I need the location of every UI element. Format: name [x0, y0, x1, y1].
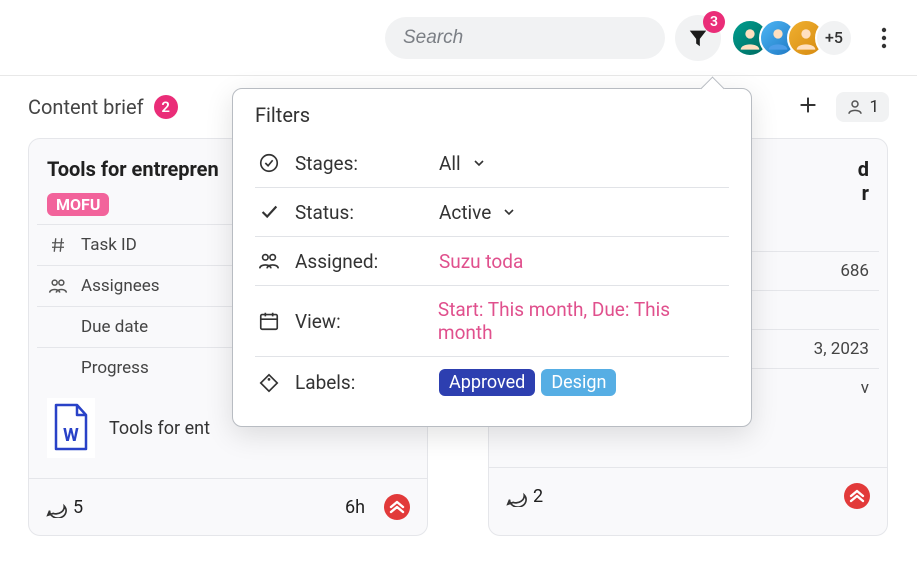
field-label: Assignees — [81, 276, 160, 296]
priority-icon — [383, 493, 411, 521]
field-label: Task ID — [81, 235, 137, 255]
filter-value: All — [439, 152, 487, 175]
users-icon — [47, 275, 69, 297]
member-count-chip[interactable]: 1 — [836, 92, 889, 122]
filter-value: Active — [439, 201, 517, 224]
filter-row-view[interactable]: View: Start: This month, Due: This month — [255, 286, 729, 357]
user-icon — [846, 98, 864, 116]
filter-label: View: — [295, 310, 424, 333]
filter-value: Start: This month, Due: This month — [438, 298, 727, 344]
tag-icon — [257, 371, 281, 395]
svg-text:W: W — [63, 425, 79, 446]
filter-row-assigned[interactable]: Assigned: Suzu toda — [255, 237, 729, 286]
blank-icon — [47, 357, 69, 379]
filter-button[interactable]: 3 — [675, 15, 721, 61]
filter-label: Stages: — [295, 152, 425, 175]
top-bar: 3 +5 — [0, 0, 917, 76]
chevron-down-icon — [501, 204, 517, 220]
section-count-badge: 2 — [154, 95, 178, 119]
filter-value: Suzu toda — [439, 250, 523, 273]
field-label: Progress — [81, 358, 149, 378]
comment-icon — [45, 496, 67, 518]
filter-row-stages[interactable]: Stages: All — [255, 139, 729, 188]
avatar-stack: +5 — [731, 19, 853, 57]
kebab-menu[interactable] — [869, 17, 899, 59]
filters-popover: Filters Stages: All Status: Active Assig… — [232, 88, 752, 427]
field-label: Due date — [81, 317, 148, 337]
check-circle-icon — [257, 151, 281, 175]
blank-icon — [47, 316, 69, 338]
field-value: 686 — [840, 261, 869, 281]
task-card-footer: 5 6h — [29, 478, 427, 535]
filter-label: Assigned: — [295, 250, 425, 273]
field-value: 3, 2023 — [814, 339, 869, 359]
field-value — [865, 300, 869, 320]
section-title: Content brief — [28, 95, 144, 119]
add-button[interactable] — [798, 95, 818, 119]
comment-icon — [505, 485, 527, 507]
priority-icon — [843, 482, 871, 510]
filter-value: Approved Design — [439, 369, 616, 396]
more-vertical-icon — [881, 26, 887, 50]
label-chip-approved[interactable]: Approved — [439, 369, 535, 396]
search-input[interactable] — [385, 17, 665, 59]
task-tag: MOFU — [47, 193, 109, 216]
popover-title: Filters — [255, 103, 729, 127]
word-doc-icon[interactable]: W — [47, 398, 95, 458]
task-card-footer: 2 — [489, 467, 887, 524]
avatar-more[interactable]: +5 — [815, 19, 853, 57]
comment-count: 2 — [533, 486, 543, 507]
attachment-label: Tools for ent — [109, 418, 210, 439]
time-value: 6h — [345, 497, 365, 518]
calendar-icon — [257, 309, 281, 333]
hash-icon — [47, 234, 69, 256]
chevron-down-icon — [471, 155, 487, 171]
comment-count: 5 — [73, 497, 83, 518]
check-icon — [257, 200, 281, 224]
filter-label: Status: — [295, 201, 425, 224]
filter-row-status[interactable]: Status: Active — [255, 188, 729, 237]
filter-label: Labels: — [295, 371, 425, 394]
filter-row-labels[interactable]: Labels: Approved Design — [255, 357, 729, 408]
plus-icon — [798, 95, 818, 115]
filter-badge: 3 — [703, 11, 725, 33]
member-count-value: 1 — [869, 97, 879, 117]
users-icon — [257, 249, 281, 273]
label-chip-design[interactable]: Design — [541, 369, 616, 396]
field-value: v — [861, 378, 869, 398]
